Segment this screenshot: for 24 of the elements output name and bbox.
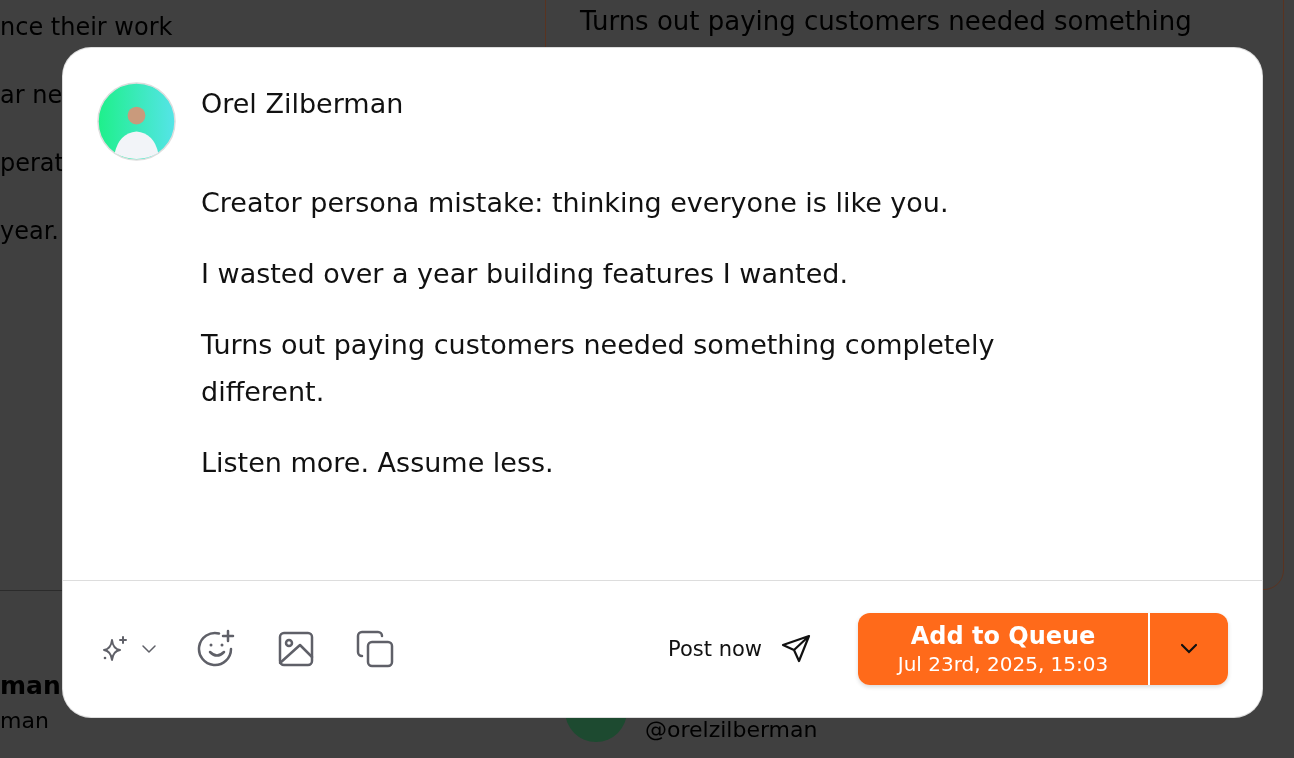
background-handle: @orelzilberman	[645, 717, 818, 742]
copy-icon	[355, 629, 395, 669]
background-text: perat	[0, 148, 64, 178]
background-text: nce their work	[0, 12, 173, 42]
smiley-plus-icon	[197, 629, 237, 669]
post-paragraph: I wasted over a year building features I wanted.	[201, 257, 849, 291]
copy-button[interactable]	[355, 629, 395, 669]
image-icon	[277, 630, 315, 668]
post-now-button[interactable]: Post now	[668, 633, 812, 665]
chevron-down-icon	[141, 644, 157, 654]
emoji-button[interactable]	[197, 629, 237, 669]
chevron-down-icon	[1179, 643, 1199, 655]
background-text: year.	[0, 216, 59, 246]
schedule-options-button[interactable]	[1148, 613, 1228, 685]
post-paragraph: Listen more. Assume less.	[201, 446, 555, 480]
post-paragraph: Turns out paying customers needed something completely different.	[201, 328, 996, 409]
background-handle: man	[0, 708, 49, 733]
background-name: man	[0, 671, 61, 700]
image-button[interactable]	[277, 630, 315, 668]
author-name: Orel Zilberman	[201, 88, 404, 119]
post-paragraph: Creator persona mistake: thinking everyone is like you.	[201, 186, 950, 220]
background-text: Turns out paying customers needed something	[580, 6, 1192, 36]
background-text: ar ne	[0, 80, 63, 110]
send-icon	[780, 633, 812, 665]
